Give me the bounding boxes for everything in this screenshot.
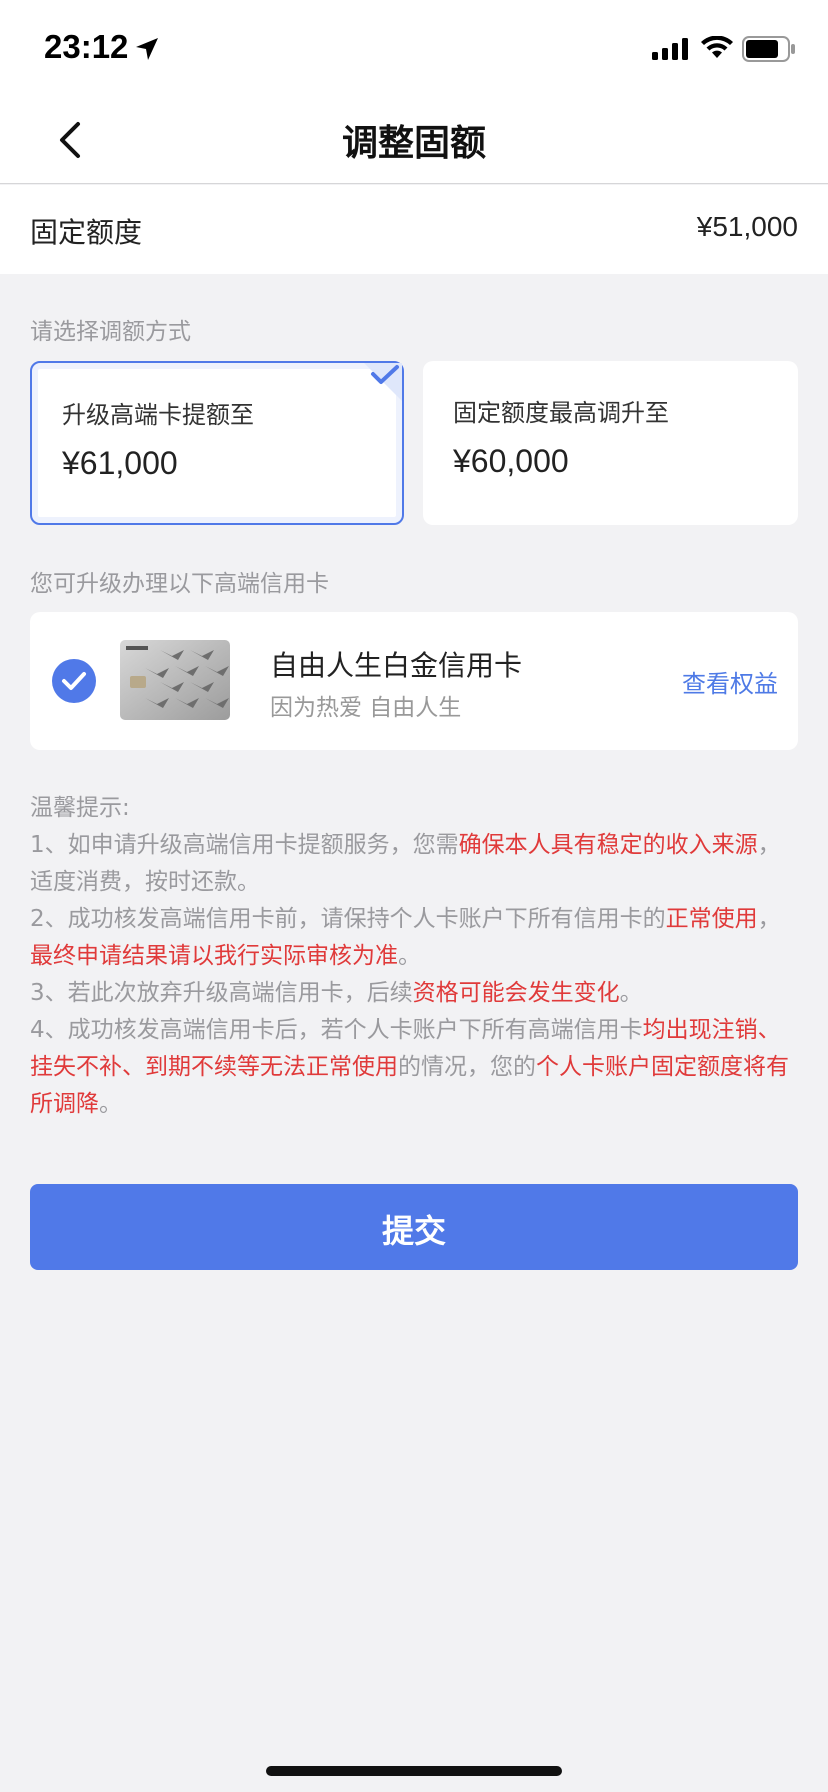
status-time: 23:12	[44, 28, 129, 65]
option-title: 升级高端卡提额至	[62, 401, 254, 429]
tip-highlight-text: 最终申请结果请以我行实际审核为准	[30, 943, 398, 969]
check-circle-icon[interactable]	[52, 659, 96, 707]
card-name: 自由人生白金信用卡	[270, 649, 523, 682]
tip-text: 4、成功核发高端信用卡后，若个人卡账户下所有高端信用卡	[30, 1017, 643, 1043]
option-upgrade-card[interactable]: 升级高端卡提额至 ¥61,000	[30, 361, 404, 525]
tip-text: 1、如申请升级高端信用卡提额服务，您需	[30, 832, 459, 858]
battery-icon	[742, 36, 796, 66]
tips-list: 1、如申请升级高端信用卡提额服务，您需确保本人具有稳定的收入来源，适度消费，按时…	[30, 827, 798, 1123]
tip-item: 3、若此次放弃升级高端信用卡，后续资格可能会发生变化。	[30, 975, 798, 1012]
tip-text: 3、若此次放弃升级高端信用卡，后续	[30, 980, 413, 1006]
home-indicator	[266, 1766, 562, 1776]
page-title: 调整固额	[341, 123, 486, 164]
selected-check-icon	[364, 363, 402, 405]
credit-card-row[interactable]: 自由人生白金信用卡 因为热爱 自由人生 查看权益	[30, 612, 798, 750]
tip-highlight-text: 资格可能会发生变化	[412, 980, 620, 1006]
option-title: 固定额度最高调升至	[453, 399, 669, 427]
option-amount: ¥60,000	[453, 443, 569, 479]
tip-highlight-text: 正常使用	[665, 906, 758, 932]
location-arrow-icon	[134, 36, 160, 66]
option-fixed-raise-card[interactable]: 固定额度最高调升至 ¥60,000	[423, 361, 798, 525]
wifi-icon	[700, 35, 734, 64]
tip-highlight-text: 确保本人具有稳定的收入来源	[458, 832, 758, 858]
submit-label: 提交	[381, 1212, 446, 1250]
tip-text: 。	[398, 943, 421, 969]
tip-item: 1、如申请升级高端信用卡提额服务，您需确保本人具有稳定的收入来源，适度消费，按时…	[30, 827, 798, 901]
fixed-limit-row: 固定额度 ¥51,000	[0, 185, 828, 274]
status-bar: 23:12	[0, 0, 828, 96]
tip-item: 2、成功核发高端信用卡前，请保持个人卡账户下所有信用卡的正常使用， 最终申请结果请…	[30, 901, 798, 975]
tip-text: 的情况，您的	[398, 1054, 536, 1080]
option-amount: ¥61,000	[62, 445, 178, 481]
tip-text: ，	[757, 906, 781, 932]
adjust-method-label: 请选择调额方式	[30, 319, 191, 345]
submit-button[interactable]: 提交	[30, 1184, 798, 1270]
card-slogan: 因为热爱 自由人生	[270, 695, 462, 721]
fixed-limit-label: 固定额度	[30, 216, 143, 249]
fixed-limit-value: ¥51,000	[696, 211, 798, 242]
tips-section: 温馨提示: 1、如申请升级高端信用卡提额服务，您需确保本人具有稳定的收入来源，适…	[30, 790, 798, 1123]
tip-item: 4、成功核发高端信用卡后，若个人卡账户下所有高端信用卡均出现注销、挂失不补、到期…	[30, 1012, 798, 1123]
navigation-bar: 调整固额	[0, 96, 828, 184]
tip-text: 。	[619, 980, 643, 1006]
tip-text: 。	[99, 1091, 122, 1117]
view-benefits-link[interactable]: 查看权益	[682, 664, 778, 699]
upgrade-section-label: 您可升级办理以下高端信用卡	[30, 571, 329, 597]
credit-card-image	[120, 640, 230, 720]
tips-heading: 温馨提示:	[30, 795, 130, 821]
tip-text: 2、成功核发高端信用卡前，请保持个人卡账户下所有信用卡的	[30, 906, 666, 932]
cellular-signal-icon	[652, 38, 692, 64]
